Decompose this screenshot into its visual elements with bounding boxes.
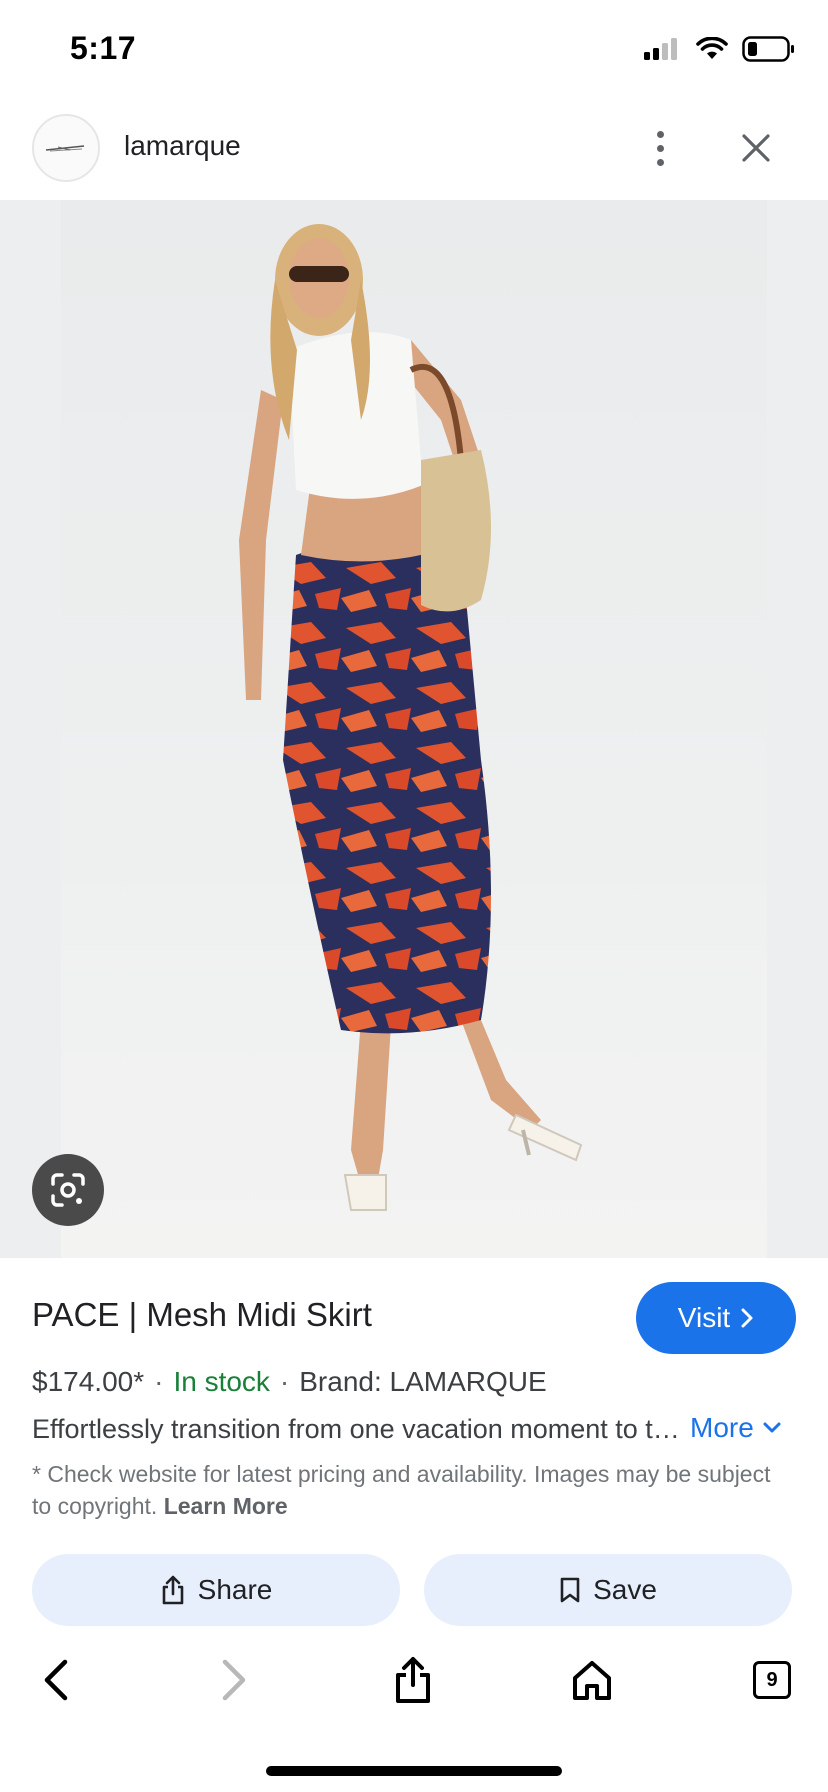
home-icon xyxy=(573,1661,611,1700)
save-label: Save xyxy=(593,1574,657,1605)
product-image[interactable] xyxy=(0,200,828,1258)
site-avatar[interactable] xyxy=(32,114,100,182)
stock-status: In stock xyxy=(173,1366,270,1397)
more-description-button[interactable]: More xyxy=(690,1412,782,1444)
status-bar: 5:17 xyxy=(0,0,828,100)
cellular-signal-icon xyxy=(644,38,677,60)
disclaimer-text: * Check website for latest pricing and a… xyxy=(32,1461,771,1519)
product-image-frame xyxy=(61,200,767,1258)
home-indicator[interactable] xyxy=(266,1766,562,1776)
site-logo-icon xyxy=(45,145,85,152)
product-photo xyxy=(239,224,583,1211)
disclaimer: * Check website for latest pricing and a… xyxy=(32,1458,772,1522)
product-description: Effortlessly transition from one vacatio… xyxy=(32,1414,682,1444)
product-brand: Brand: LAMARQUE xyxy=(299,1366,547,1397)
bookmark-icon xyxy=(560,1577,580,1603)
save-button[interactable]: Save xyxy=(424,1554,792,1626)
google-lens-button[interactable] xyxy=(32,1154,104,1226)
share-icon xyxy=(162,1575,183,1605)
more-options-button[interactable] xyxy=(640,126,680,170)
site-header: lamarque xyxy=(0,100,828,200)
tabs-icon: 9 xyxy=(753,1661,791,1699)
chevron-right-icon xyxy=(741,1308,753,1328)
visit-label: Visit xyxy=(677,1302,731,1333)
close-icon[interactable] xyxy=(734,126,778,170)
separator-dot: · xyxy=(154,1366,164,1397)
home-button[interactable] xyxy=(562,1650,622,1710)
wifi-icon xyxy=(696,37,728,59)
more-vert-dot xyxy=(656,144,664,152)
browser-share-button[interactable] xyxy=(383,1650,443,1710)
tabs-button[interactable]: 9 xyxy=(742,1650,802,1710)
more-vert-dot xyxy=(656,158,664,166)
browser-toolbar: 9 xyxy=(0,1640,828,1720)
visit-button[interactable]: Visit xyxy=(636,1282,796,1354)
status-time: 5:17 xyxy=(70,30,137,66)
site-name[interactable]: lamarque xyxy=(124,130,241,162)
share-button[interactable]: Share xyxy=(32,1554,400,1626)
share-icon xyxy=(396,1657,430,1703)
more-label: More xyxy=(690,1412,754,1443)
learn-more-link[interactable]: Learn More xyxy=(164,1493,288,1519)
separator-dot: · xyxy=(279,1366,290,1397)
google-lens-icon xyxy=(51,1173,85,1207)
status-icons xyxy=(642,36,796,62)
back-icon xyxy=(44,1659,68,1701)
forward-button[interactable] xyxy=(204,1650,264,1710)
more-vert-icon xyxy=(656,130,664,138)
battery-icon xyxy=(742,36,794,62)
back-button[interactable] xyxy=(26,1650,86,1710)
product-title[interactable]: PACE | Mesh Midi Skirt xyxy=(32,1296,372,1334)
chevron-down-icon xyxy=(763,1422,781,1433)
product-meta: $174.00* · In stock · Brand: LAMARQUE xyxy=(32,1366,547,1398)
product-price: $174.00* xyxy=(32,1366,145,1397)
forward-icon xyxy=(222,1659,246,1701)
share-label: Share xyxy=(197,1574,273,1605)
